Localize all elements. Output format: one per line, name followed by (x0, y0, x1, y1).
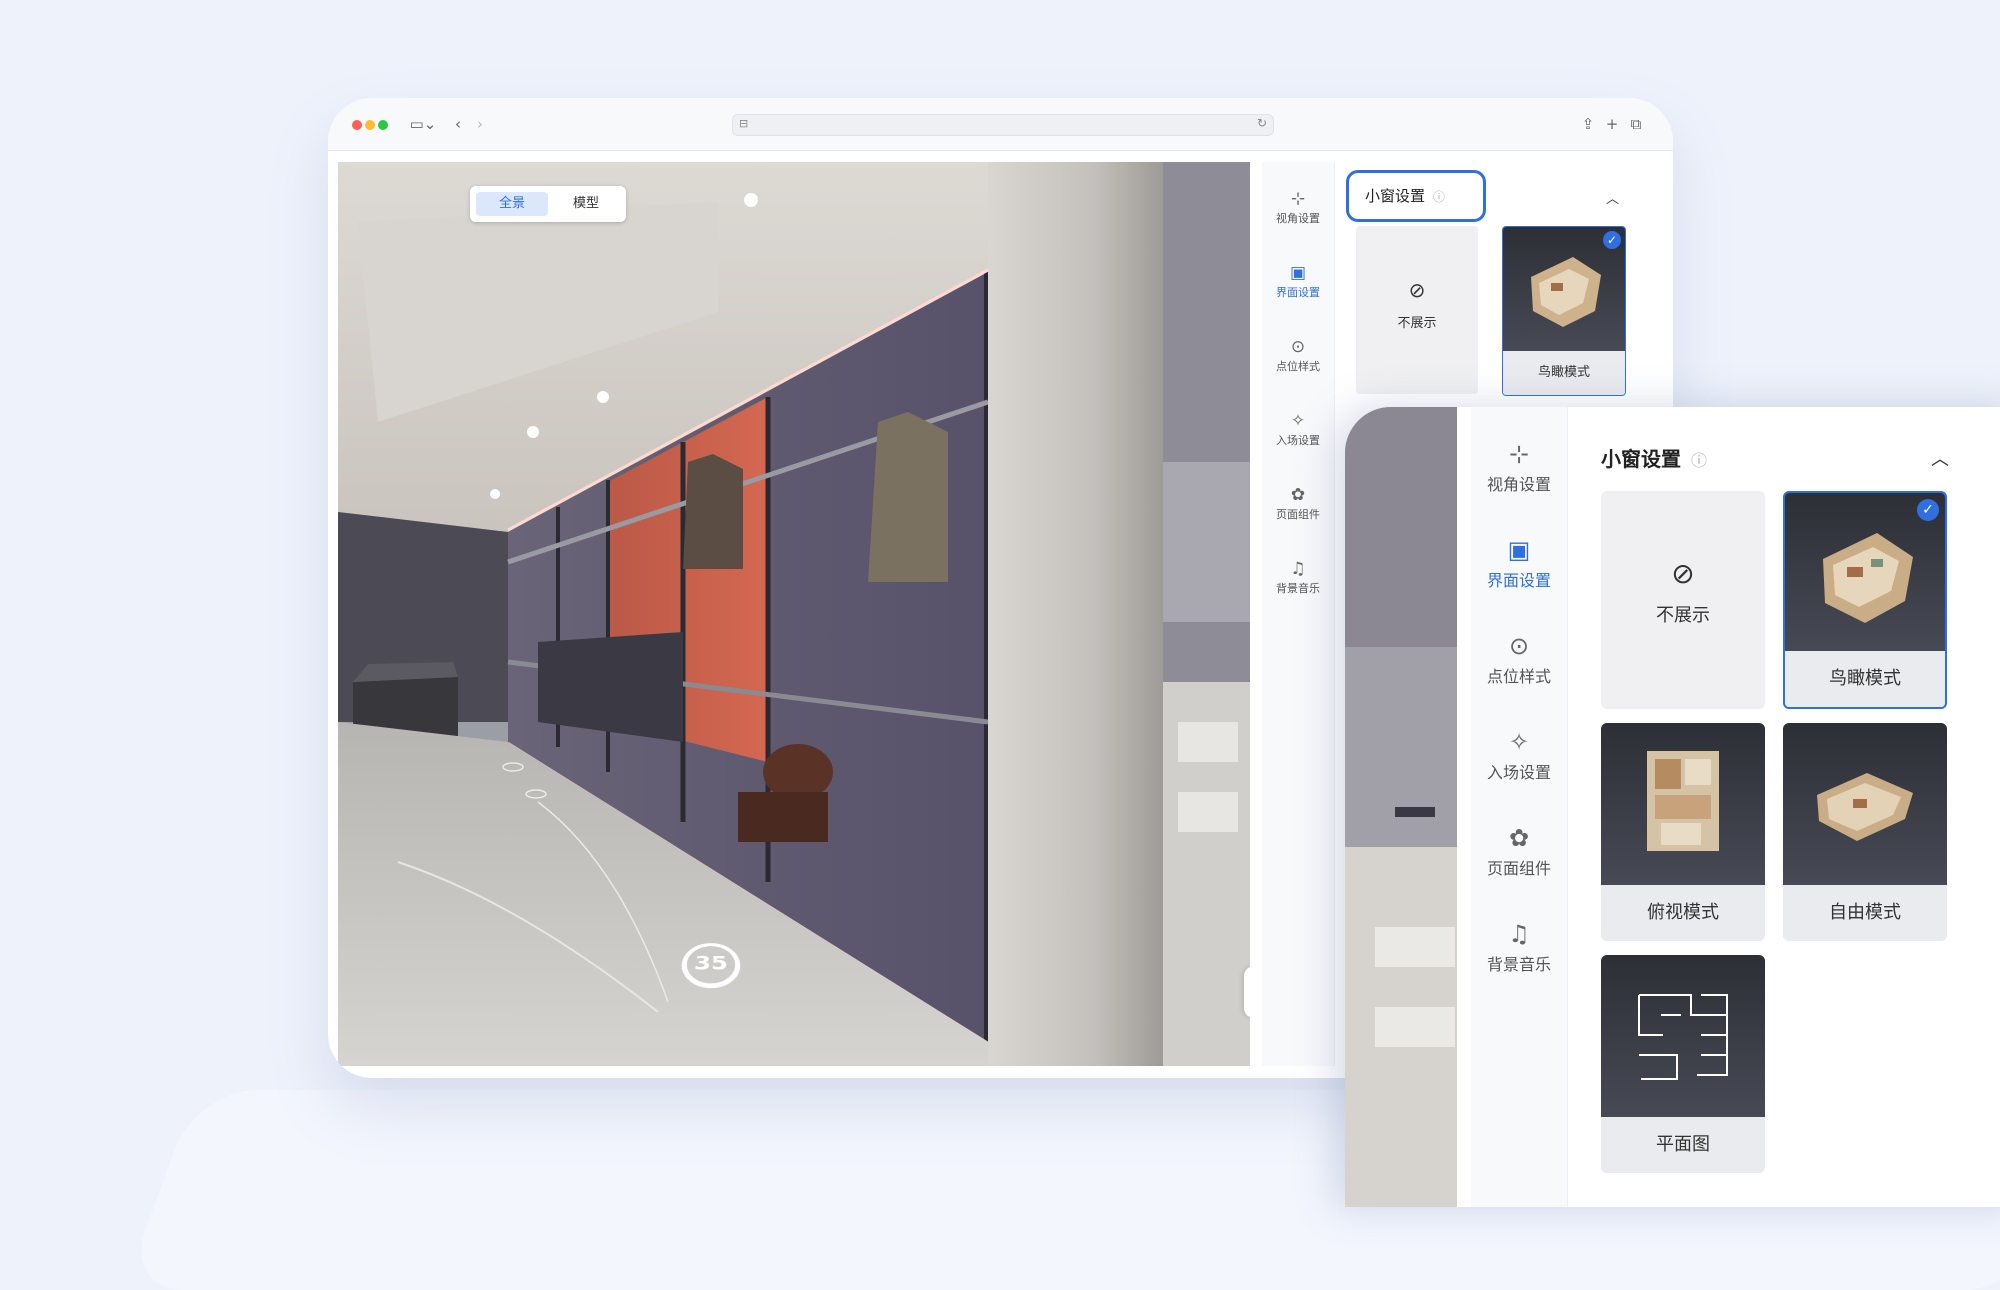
interface-icon: ▣ (1289, 263, 1307, 283)
settings-sidebar-zoomed: ⊹ 视角设置 ▣ 界面设置 ⊙ 点位样式 ✧ 入场设置 ✿ 页面组件 ♫ 背景音… (1471, 407, 1568, 1207)
sidebar-item-hotspot-style[interactable]: ⊙ 点位样式 (1262, 336, 1334, 374)
prohibited-icon: ⊘ (1408, 278, 1426, 302)
prohibited-icon: ⊘ (1671, 557, 1695, 590)
sidebar-item-label: 页面组件 (1276, 508, 1320, 521)
minimap-option-floorplan[interactable]: 平面图 (1601, 955, 1765, 1173)
music-note-icon: ♫ (1290, 559, 1306, 579)
location-pin-icon: ⊙ (1290, 337, 1306, 357)
puzzle-icon: ✿ (1290, 485, 1306, 505)
sidebar-item-label: 点位样式 (1276, 360, 1320, 373)
settings-sidebar: ⊹ 视角设置 ▣ 界面设置 ⊙ 点位样式 ✧ 入场设置 ✿ 页面组件 ♫ 背景音… (1262, 162, 1335, 1066)
back-icon[interactable]: ‹ (448, 113, 468, 135)
option-label: 自由模式 (1783, 885, 1947, 941)
sidebar-item-viewpoint[interactable]: ⊹ 视角设置 (1471, 437, 1567, 495)
free-thumbnail (1783, 723, 1947, 885)
sidebar-item-entrance[interactable]: ✧ 入场设置 (1262, 410, 1334, 448)
forward-icon[interactable]: › (470, 113, 490, 135)
zoomed-settings-panel: ⊹ 视角设置 ▣ 界面设置 ⊙ 点位样式 ✧ 入场设置 ✿ 页面组件 ♫ 背景音… (1345, 407, 2000, 1207)
info-icon[interactable]: ⓘ (1433, 190, 1445, 204)
sidebar-item-interface[interactable]: ▣ 界面设置 (1471, 533, 1567, 591)
minimap-option-topdown[interactable]: 俯视模式 (1601, 723, 1765, 941)
check-icon: ✓ (1917, 499, 1939, 521)
viewpoint-icon: ⊹ (1508, 440, 1530, 468)
page-icon: ⊟ (739, 117, 749, 130)
panorama-image (338, 162, 1250, 1066)
option-label: 鸟瞰模式 (1503, 351, 1625, 395)
chevron-up-icon[interactable]: ︿ (1931, 445, 1949, 471)
minimap-option-birdseye[interactable]: 鸟瞰模式 ✓ (1783, 491, 1947, 709)
zoom-window-button[interactable] (378, 120, 388, 130)
option-label: 俯视模式 (1601, 885, 1765, 941)
interface-icon: ▣ (1507, 536, 1531, 564)
reload-icon[interactable]: ↻ (1257, 116, 1267, 130)
minimap-option-birdseye[interactable]: 鸟瞰模式 ✓ (1502, 226, 1626, 396)
sidebar-item-interface[interactable]: ▣ 界面设置 (1262, 262, 1334, 300)
sidebar-item-music[interactable]: ♫ 背景音乐 (1471, 917, 1567, 975)
floorplan-thumbnail (1601, 955, 1765, 1117)
sidebar-item-viewpoint[interactable]: ⊹ 视角设置 (1262, 188, 1334, 226)
option-label: 鸟瞰模式 (1785, 651, 1945, 707)
sidebar-item-music[interactable]: ♫ 背景音乐 (1262, 558, 1334, 596)
sidebar-item-label: 视角设置 (1276, 212, 1320, 225)
sidebar-toggle-icon[interactable]: ▭⌄ (408, 113, 438, 135)
section-title-text: 小窗设置 (1601, 447, 1681, 471)
share-icon[interactable]: ⇪ (1578, 113, 1598, 135)
panorama-viewer[interactable]: 全景 模型 35 ▶ (338, 162, 1250, 1066)
option-label: 平面图 (1601, 1117, 1765, 1173)
tab-overview-icon[interactable]: ⧉ (1626, 113, 1646, 135)
minimize-window-button[interactable] (365, 120, 375, 130)
sidebar-item-components[interactable]: ✿ 页面组件 (1471, 821, 1567, 879)
check-icon: ✓ (1603, 231, 1621, 249)
puzzle-icon: ✿ (1508, 824, 1530, 852)
sidebar-item-label: 背景音乐 (1486, 955, 1551, 974)
new-tab-icon[interactable]: + (1602, 113, 1622, 135)
browser-titlebar: ▭⌄ ‹ › ⊟ ↻ ⇪ + ⧉ (328, 98, 1673, 151)
collapse-panel-icon[interactable]: ▶ (1244, 966, 1250, 1018)
sidebar-item-label: 页面组件 (1486, 859, 1551, 878)
info-icon[interactable]: ⓘ (1691, 451, 1707, 470)
chevron-up-icon[interactable]: ︿ (1606, 188, 1619, 207)
panorama-strip (1345, 407, 1457, 1207)
sidebar-item-label: 视角设置 (1486, 475, 1551, 494)
minimap-option-none[interactable]: ⊘ 不展示 (1356, 226, 1478, 394)
viewpoint-icon: ⊹ (1290, 189, 1306, 209)
section-title: 小窗设置 ⓘ (1346, 170, 1486, 222)
sidebar-item-components[interactable]: ✿ 页面组件 (1262, 484, 1334, 522)
address-bar[interactable]: ⊟ ↻ (732, 114, 1274, 136)
sidebar-item-entrance[interactable]: ✧ 入场设置 (1471, 725, 1567, 783)
sidebar-item-label: 入场设置 (1276, 434, 1320, 447)
sparkle-icon: ✧ (1290, 411, 1306, 431)
option-label: 不展示 (1656, 605, 1710, 626)
sparkle-icon: ✧ (1508, 728, 1530, 756)
section-title: 小窗设置 ⓘ (1601, 443, 1707, 472)
sidebar-item-label: 入场设置 (1486, 763, 1551, 782)
music-note-icon: ♫ (1508, 920, 1530, 948)
view-mode-toggle: 全景 模型 (470, 186, 626, 222)
topdown-thumbnail (1601, 723, 1765, 885)
close-window-button[interactable] (352, 120, 362, 130)
option-label: 不展示 (1397, 316, 1437, 331)
tab-panorama[interactable]: 全景 (476, 192, 548, 216)
sidebar-item-label: 点位样式 (1486, 667, 1551, 686)
sidebar-item-label: 界面设置 (1486, 571, 1551, 590)
location-pin-icon: ⊙ (1508, 632, 1530, 660)
section-title-text: 小窗设置 (1365, 187, 1426, 205)
sidebar-item-label: 界面设置 (1276, 286, 1320, 299)
tab-model[interactable]: 模型 (550, 192, 622, 216)
sidebar-item-hotspot-style[interactable]: ⊙ 点位样式 (1471, 629, 1567, 687)
minimap-option-free[interactable]: 自由模式 (1783, 723, 1947, 941)
minimap-option-none[interactable]: ⊘ 不展示 (1601, 491, 1765, 709)
sidebar-item-label: 背景音乐 (1276, 582, 1320, 595)
